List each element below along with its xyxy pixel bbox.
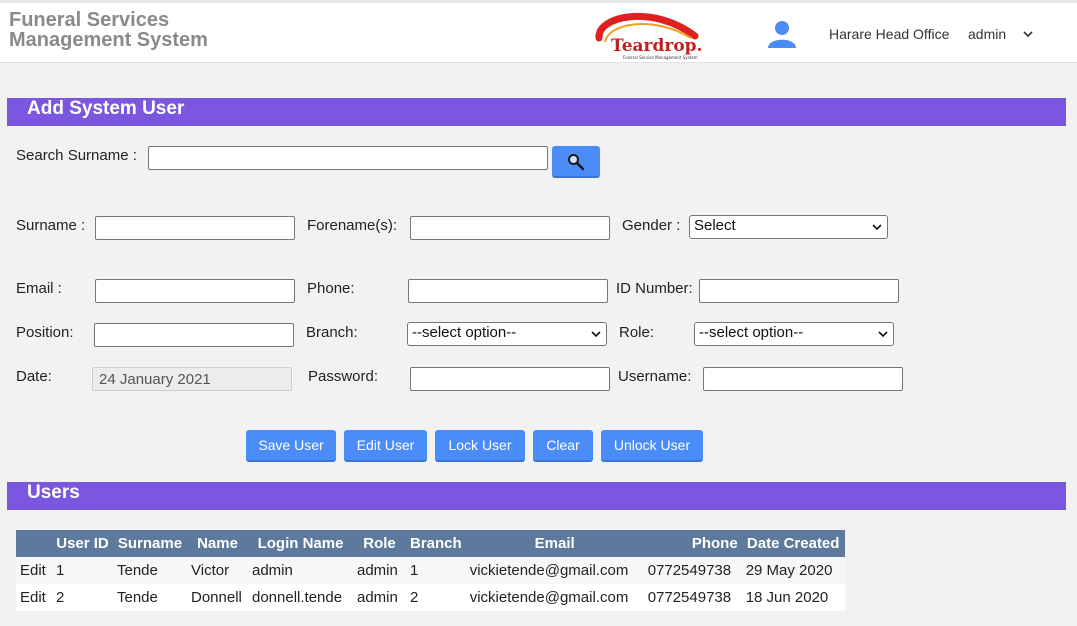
- cell-surname: Tende: [113, 584, 187, 611]
- add-user-section-header: Add System User: [7, 98, 1066, 126]
- username[interactable]: admin: [968, 26, 1006, 42]
- app-title-line1: Funeral Services: [9, 9, 170, 31]
- cell-phone: 0772549738: [643, 557, 742, 584]
- role-label: Role:: [619, 324, 655, 341]
- col-header-action: [16, 530, 52, 557]
- chevron-down-icon: [878, 331, 888, 338]
- teardrop-logo: Teardrop. Funeral Service Management Sys…: [593, 8, 721, 62]
- phone-input[interactable]: [408, 279, 608, 303]
- password-label: Password:: [308, 368, 379, 385]
- cell-user-id: 2: [52, 584, 113, 611]
- col-header-role: Role: [353, 530, 406, 557]
- app-title: Funeral Services Management System: [9, 10, 208, 50]
- edit-link[interactable]: Edit: [16, 584, 52, 611]
- position-input[interactable]: [94, 323, 294, 347]
- table-row: Edit 2 Tende Donnell donnell.tende admin…: [16, 584, 845, 611]
- col-header-user-id: User ID: [52, 530, 113, 557]
- office-name: Harare Head Office: [829, 26, 950, 42]
- cell-login-name: admin: [248, 557, 353, 584]
- branch-select[interactable]: --select option--: [407, 322, 607, 346]
- cell-date-created: 18 Jun 2020: [741, 584, 845, 611]
- clear-button[interactable]: Clear: [533, 430, 593, 462]
- col-header-surname: Surname: [113, 530, 187, 557]
- email-input[interactable]: [95, 279, 295, 303]
- role-select[interactable]: --select option--: [694, 322, 894, 346]
- col-header-email: Email: [465, 530, 644, 557]
- date-label: Date:: [16, 368, 52, 385]
- cell-email: vickietende@gmail.com: [465, 557, 644, 584]
- username-label: Username:: [618, 368, 692, 385]
- id-number-label: ID Number:: [616, 280, 693, 297]
- cell-name: Donnell: [187, 584, 248, 611]
- cell-user-id: 1: [52, 557, 113, 584]
- cell-login-name: donnell.tende: [248, 584, 353, 611]
- email-label: Email :: [16, 280, 62, 297]
- branch-label: Branch:: [306, 324, 358, 341]
- search-surname-label: Search Surname :: [16, 147, 137, 164]
- id-number-input[interactable]: [699, 279, 899, 303]
- gender-select-value: Select: [694, 217, 736, 234]
- col-header-date-created: Date Created: [741, 530, 845, 557]
- surname-input[interactable]: [95, 216, 295, 240]
- date-field: [92, 367, 292, 391]
- cell-branch: 1: [406, 557, 466, 584]
- forenames-input[interactable]: [410, 216, 610, 240]
- search-surname-input[interactable]: [148, 146, 548, 170]
- users-table: User ID Surname Name Login Name Role Bra…: [16, 530, 845, 611]
- role-select-value: --select option--: [699, 324, 804, 341]
- chevron-down-icon[interactable]: [1021, 27, 1035, 41]
- table-row: Edit 1 Tende Victor admin admin 1 vickie…: [16, 557, 845, 584]
- cell-name: Victor: [187, 557, 248, 584]
- top-bar: Funeral Services Management System Teard…: [0, 0, 1077, 63]
- gender-select[interactable]: Select: [689, 215, 888, 239]
- cell-surname: Tende: [113, 557, 187, 584]
- col-header-login-name: Login Name: [248, 530, 353, 557]
- position-label: Position:: [16, 324, 74, 341]
- cell-branch: 2: [406, 584, 466, 611]
- phone-label: Phone:: [307, 280, 355, 297]
- user-icon[interactable]: [766, 19, 798, 49]
- cell-email: vickietende@gmail.com: [465, 584, 644, 611]
- unlock-user-button[interactable]: Unlock User: [601, 430, 703, 462]
- col-header-branch: Branch: [406, 530, 466, 557]
- search-icon: [568, 154, 585, 171]
- lock-user-button[interactable]: Lock User: [435, 430, 525, 462]
- cell-phone: 0772549738: [643, 584, 742, 611]
- app-title-line2: Management System: [9, 29, 208, 51]
- cell-role: admin: [353, 557, 406, 584]
- chevron-down-icon: [591, 331, 601, 338]
- chevron-down-icon: [872, 224, 882, 231]
- col-header-phone: Phone: [643, 530, 742, 557]
- logo-text: Teardrop.: [611, 36, 702, 56]
- logo-tagline: Funeral Service Management System: [623, 55, 698, 60]
- password-input[interactable]: [410, 367, 610, 391]
- table-header-row: User ID Surname Name Login Name Role Bra…: [16, 530, 845, 557]
- edit-link[interactable]: Edit: [16, 557, 52, 584]
- branch-select-value: --select option--: [412, 324, 517, 341]
- surname-label: Surname :: [16, 217, 86, 234]
- username-input[interactable]: [703, 367, 903, 391]
- search-button[interactable]: [552, 146, 600, 178]
- col-header-name: Name: [187, 530, 248, 557]
- gender-label: Gender :: [622, 217, 681, 234]
- forenames-label: Forename(s):: [307, 217, 398, 234]
- users-section-header: Users: [7, 482, 1066, 510]
- edit-user-button[interactable]: Edit User: [344, 430, 427, 462]
- cell-date-created: 29 May 2020: [741, 557, 845, 584]
- save-user-button[interactable]: Save User: [246, 430, 336, 462]
- cell-role: admin: [353, 584, 406, 611]
